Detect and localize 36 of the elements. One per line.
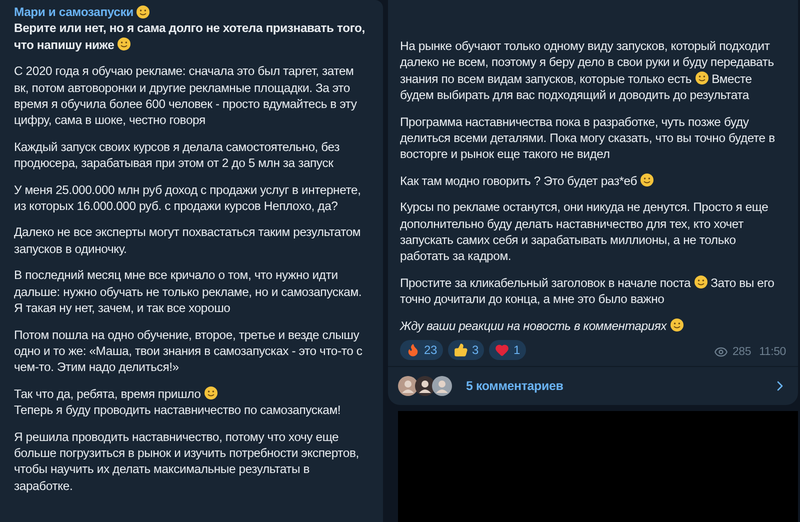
message-paragraph: На рынке обучают только одному виду запусков, который подходит далеко не всем, поэтому я беру дело в свои руки и буду передавать знания по всем видам запусков, которые только есть Вместе будем выбирать для вас подходящий и доводить до результата <box>400 38 775 104</box>
heart-icon <box>495 343 510 358</box>
message-paragraph: Как там модно говорить ? Это будет раз*еб <box>400 172 786 190</box>
emoji-icon <box>204 386 218 400</box>
message-paragraph: Потом пошла на одно обучение, второе, третье и везде слышу одно и то же: «Маша, твои знания в самозапусках - это что-то с чем-то. Этим надо делиться!» <box>14 326 364 376</box>
message-time: 11:50 <box>759 344 786 360</box>
avatar <box>415 376 435 396</box>
emoji-icon <box>640 172 654 187</box>
emoji-icon <box>117 36 132 51</box>
message-paragraph: Простите за кликабельный заголовок в начале поста Зато вы его точно дочитали до конца, а мне это было важно <box>400 274 776 308</box>
message-paragraph: В последний месяц мне все кричало о том, что нужно идти дальше: нужно обучать не только рекламе, но и самозапускам. Я такая ну нет, зачем, и так все хорошо <box>14 267 363 316</box>
message-paragraph: У меня 25.000.000 млн руб доход с продажи услуг в интернете, из которых 16.000.000 руб. с продажи курсов Неплохо, да? <box>14 182 362 214</box>
message-paragraph: Так что да, ребята, время пришло Теперь я буду проводить наставничество по самозапускам! <box>14 386 342 419</box>
message-paragraph: Далеко не все эксперты могут похвастаться таким результатом запусков в одиночку. <box>14 224 362 258</box>
thumbs-up-icon <box>454 343 468 358</box>
message-paragraph: Каждый запуск своих курсов я делала самостоятельно, без продюсера, зарабатывая при этом от 2 до 5 млн за запуск <box>14 138 340 172</box>
message-paragraph: Программа наставничества пока в разработке, чуть позже буду делиться всеми деталями. Пока могу сказать, что вы точно будете в восторге и рынок еще такого не видел <box>400 114 776 163</box>
avatar <box>432 376 452 396</box>
emoji-icon <box>694 70 709 85</box>
channel-name[interactable]: Мари и самозапуски <box>14 4 134 20</box>
reaction-button[interactable]: 3 <box>448 340 484 360</box>
reaction-button[interactable]: 1 <box>489 340 526 360</box>
view-count: 285 <box>732 344 752 360</box>
message-paragraph: С 2020 года я обучаю рекламе: сначала это был таргет, затем вк, потом автоворонки и другие рекламные площадки. За это время я обучила более 600 человек - просто вдумайтесь в эту цифру, сама в шоке, честно говоря <box>14 63 358 129</box>
message-paragraph: Верите или нет, но я сама долго не хотела признавать того, что напишу ниже <box>14 20 366 54</box>
message-paragraph: Я решила проводить наставничество, потому что хочу еще больше погрузиться в рынок и изучить потребности экспертов, чтобы научить их делать максимальные результаты в заработке. <box>14 428 360 494</box>
emoji-icon <box>694 274 708 289</box>
message-paragraph: Жду ваши реакции на новость в комментариях <box>400 318 786 334</box>
avatar <box>398 376 418 396</box>
message-paragraph: Курсы по рекламе останутся, они никуда не денутся. Просто я еще дополнительно буду делать наставничество для тех, кто хочет запускать самих себя и зарабатывать миллионы, а не только работать за кадром. <box>400 199 770 265</box>
views-icon <box>714 344 728 359</box>
comments-link[interactable]: 5 комментариев <box>388 367 798 406</box>
emoji-icon <box>670 318 684 332</box>
reaction-button[interactable]: 23 <box>400 340 443 360</box>
emoji-icon <box>136 5 150 20</box>
flame-icon <box>406 343 420 358</box>
